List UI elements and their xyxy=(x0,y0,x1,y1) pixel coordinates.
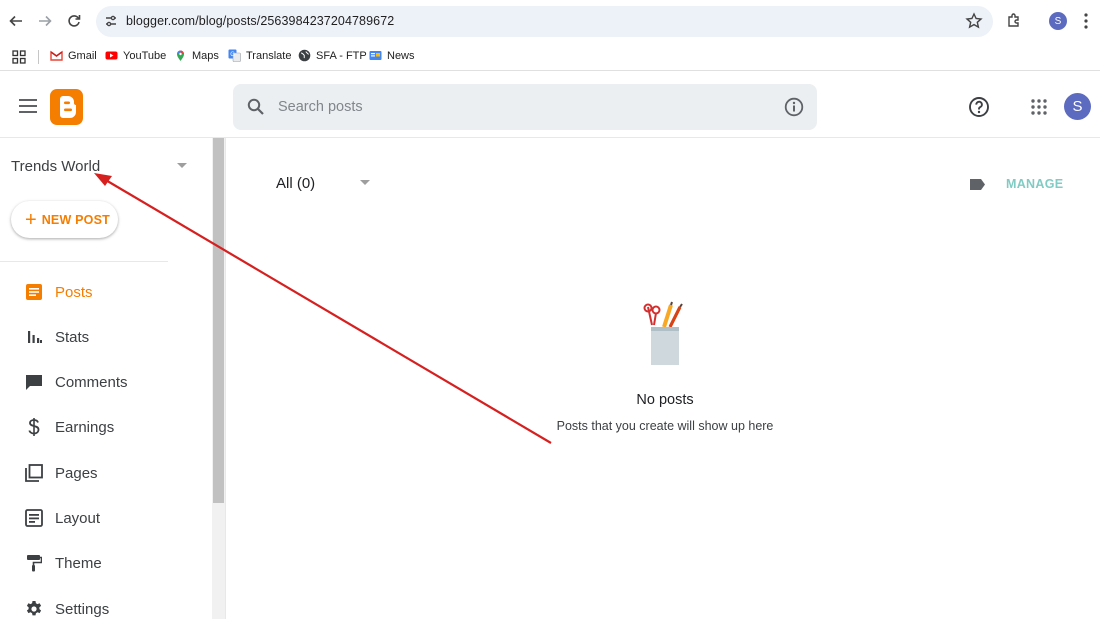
sidebar-item-label: Pages xyxy=(55,464,98,482)
search-bar[interactable] xyxy=(233,84,817,130)
bookmarks-separator xyxy=(38,50,39,64)
svg-text:G: G xyxy=(230,52,235,58)
stats-icon xyxy=(24,327,44,347)
sidebar-item-label: Posts xyxy=(55,283,93,301)
sidebar-item-comments[interactable]: Comments xyxy=(0,362,212,402)
blog-selector[interactable]: Trends World xyxy=(11,158,100,175)
sidebar-item-theme[interactable]: Theme xyxy=(0,543,212,583)
youtube-icon xyxy=(105,51,118,60)
bookmarks-bar: Gmail YouTube Maps G Translate SFA - FTP… xyxy=(0,43,1100,71)
posts-icon xyxy=(24,282,44,302)
comments-icon xyxy=(24,372,44,392)
plus-icon: + xyxy=(25,208,37,231)
bookmark-youtube[interactable]: YouTube xyxy=(105,49,166,62)
menu-icon[interactable] xyxy=(19,98,37,114)
bookmark-maps[interactable]: Maps xyxy=(174,49,219,62)
sidebar-item-pages[interactable]: Pages xyxy=(0,453,212,493)
sidebar-item-label: Settings xyxy=(55,600,110,618)
gmail-icon xyxy=(50,50,63,61)
bookmark-star-icon[interactable] xyxy=(965,12,983,30)
account-avatar[interactable]: S xyxy=(1064,93,1091,120)
sidebar-item-settings[interactable]: Settings xyxy=(0,589,212,619)
filter-caret-icon[interactable] xyxy=(360,180,370,185)
sidebar-item-layout[interactable]: Layout xyxy=(0,498,212,538)
reload-icon[interactable] xyxy=(64,11,84,31)
label-icon[interactable] xyxy=(969,178,986,191)
browser-profile-avatar[interactable]: S xyxy=(1049,12,1067,30)
sidebar-scrollbar-thumb[interactable] xyxy=(213,138,224,503)
gear-icon xyxy=(24,599,44,619)
layout-icon xyxy=(24,508,44,528)
address-bar[interactable]: blogger.com/blog/posts/25639842372047896… xyxy=(96,6,993,37)
pencil-cup-illustration xyxy=(643,301,683,365)
maps-icon xyxy=(177,50,184,61)
bookmark-translate[interactable]: G Translate xyxy=(228,49,291,62)
bookmark-gmail[interactable]: Gmail xyxy=(50,49,97,62)
paint-roller-icon xyxy=(24,553,44,573)
bookmark-news[interactable]: News xyxy=(369,49,415,62)
extensions-icon[interactable] xyxy=(1005,12,1023,30)
sidebar-item-earnings[interactable]: Earnings xyxy=(0,407,212,447)
empty-state-subtitle: Posts that you create will show up here xyxy=(556,419,774,433)
blogger-b-icon xyxy=(59,96,76,118)
bookmark-sfa-ftp[interactable]: SFA - FTP xyxy=(298,49,367,62)
sidebar-item-label: Earnings xyxy=(55,418,115,436)
sidebar-divider xyxy=(0,261,168,262)
forward-icon[interactable] xyxy=(35,11,55,31)
sidebar-item-label: Theme xyxy=(55,554,102,572)
dollar-icon xyxy=(24,417,44,437)
manage-labels-button[interactable]: MANAGE xyxy=(1006,177,1063,191)
info-icon[interactable] xyxy=(784,97,804,117)
sidebar-item-posts[interactable]: Posts xyxy=(0,272,212,312)
url-text[interactable]: blogger.com/blog/posts/25639842372047896… xyxy=(126,14,394,28)
post-filter-dropdown[interactable]: All (0) xyxy=(276,175,315,192)
app-header: S xyxy=(0,76,1100,138)
blog-selector-caret-icon[interactable] xyxy=(177,163,187,168)
browser-menu-icon[interactable] xyxy=(1080,12,1092,30)
news-icon xyxy=(369,51,382,60)
search-input[interactable] xyxy=(278,96,758,118)
site-settings-icon[interactable] xyxy=(104,14,118,28)
new-post-button[interactable]: + NEW POST xyxy=(11,201,118,238)
back-icon[interactable] xyxy=(6,11,26,31)
sidebar-item-label: Stats xyxy=(55,328,90,346)
bookmark-label: News xyxy=(387,49,415,62)
bookmark-label: Maps xyxy=(192,49,219,62)
bookmark-label: SFA - FTP xyxy=(316,49,367,62)
blogger-logo[interactable] xyxy=(50,89,83,125)
google-apps-icon[interactable] xyxy=(1031,99,1047,115)
globe-icon xyxy=(298,49,311,62)
empty-state-title: No posts xyxy=(636,392,694,408)
new-post-label: NEW POST xyxy=(41,212,110,227)
apps-shortcut-icon[interactable] xyxy=(12,50,26,64)
main-divider xyxy=(225,138,226,619)
search-icon[interactable] xyxy=(247,98,265,116)
translate-icon: G xyxy=(228,49,241,62)
sidebar-item-label: Comments xyxy=(55,373,128,391)
sidebar: Trends World + NEW POST Posts Stats Comm… xyxy=(0,138,212,619)
browser-toolbar: blogger.com/blog/posts/25639842372047896… xyxy=(0,0,1100,43)
bookmark-label: Gmail xyxy=(68,49,97,62)
help-icon[interactable] xyxy=(968,96,990,118)
bookmark-label: Translate xyxy=(246,49,292,62)
sidebar-item-label: Layout xyxy=(55,509,101,527)
pages-icon xyxy=(24,463,44,483)
bookmark-label: YouTube xyxy=(123,49,167,62)
sidebar-item-stats[interactable]: Stats xyxy=(0,317,212,357)
